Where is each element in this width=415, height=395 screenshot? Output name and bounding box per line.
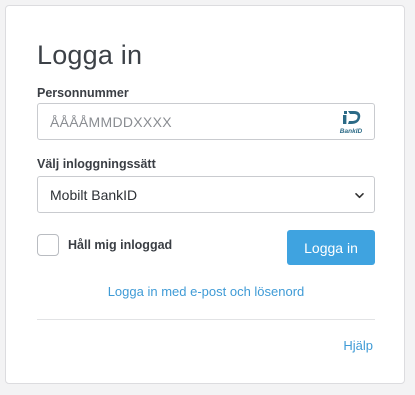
personal-number-label: Personnummer: [37, 86, 129, 100]
page-title: Logga in: [37, 40, 143, 70]
login-method-select[interactable]: Mobilt BankID: [37, 176, 375, 213]
personal-number-field-container: BankID: [37, 103, 375, 140]
login-method-label: Välj inloggningssätt: [37, 157, 156, 171]
chevron-down-icon: [355, 193, 364, 199]
help-link[interactable]: Hjälp: [343, 338, 373, 354]
remember-me-label[interactable]: Håll mig inloggad: [68, 237, 172, 253]
divider: [37, 319, 375, 320]
svg-text:BankID: BankID: [340, 128, 363, 135]
bankid-icon: BankID: [340, 111, 363, 135]
login-method-selected-value: Mobilt BankID: [50, 187, 138, 203]
login-button[interactable]: Logga in: [287, 230, 375, 265]
personal-number-input[interactable]: [38, 104, 328, 139]
login-card: Logga in Personnummer BankID Välj inlogg…: [5, 5, 405, 384]
email-password-login-link[interactable]: Logga in med e-post och lösenord: [6, 284, 406, 300]
remember-me-checkbox[interactable]: [37, 234, 59, 256]
